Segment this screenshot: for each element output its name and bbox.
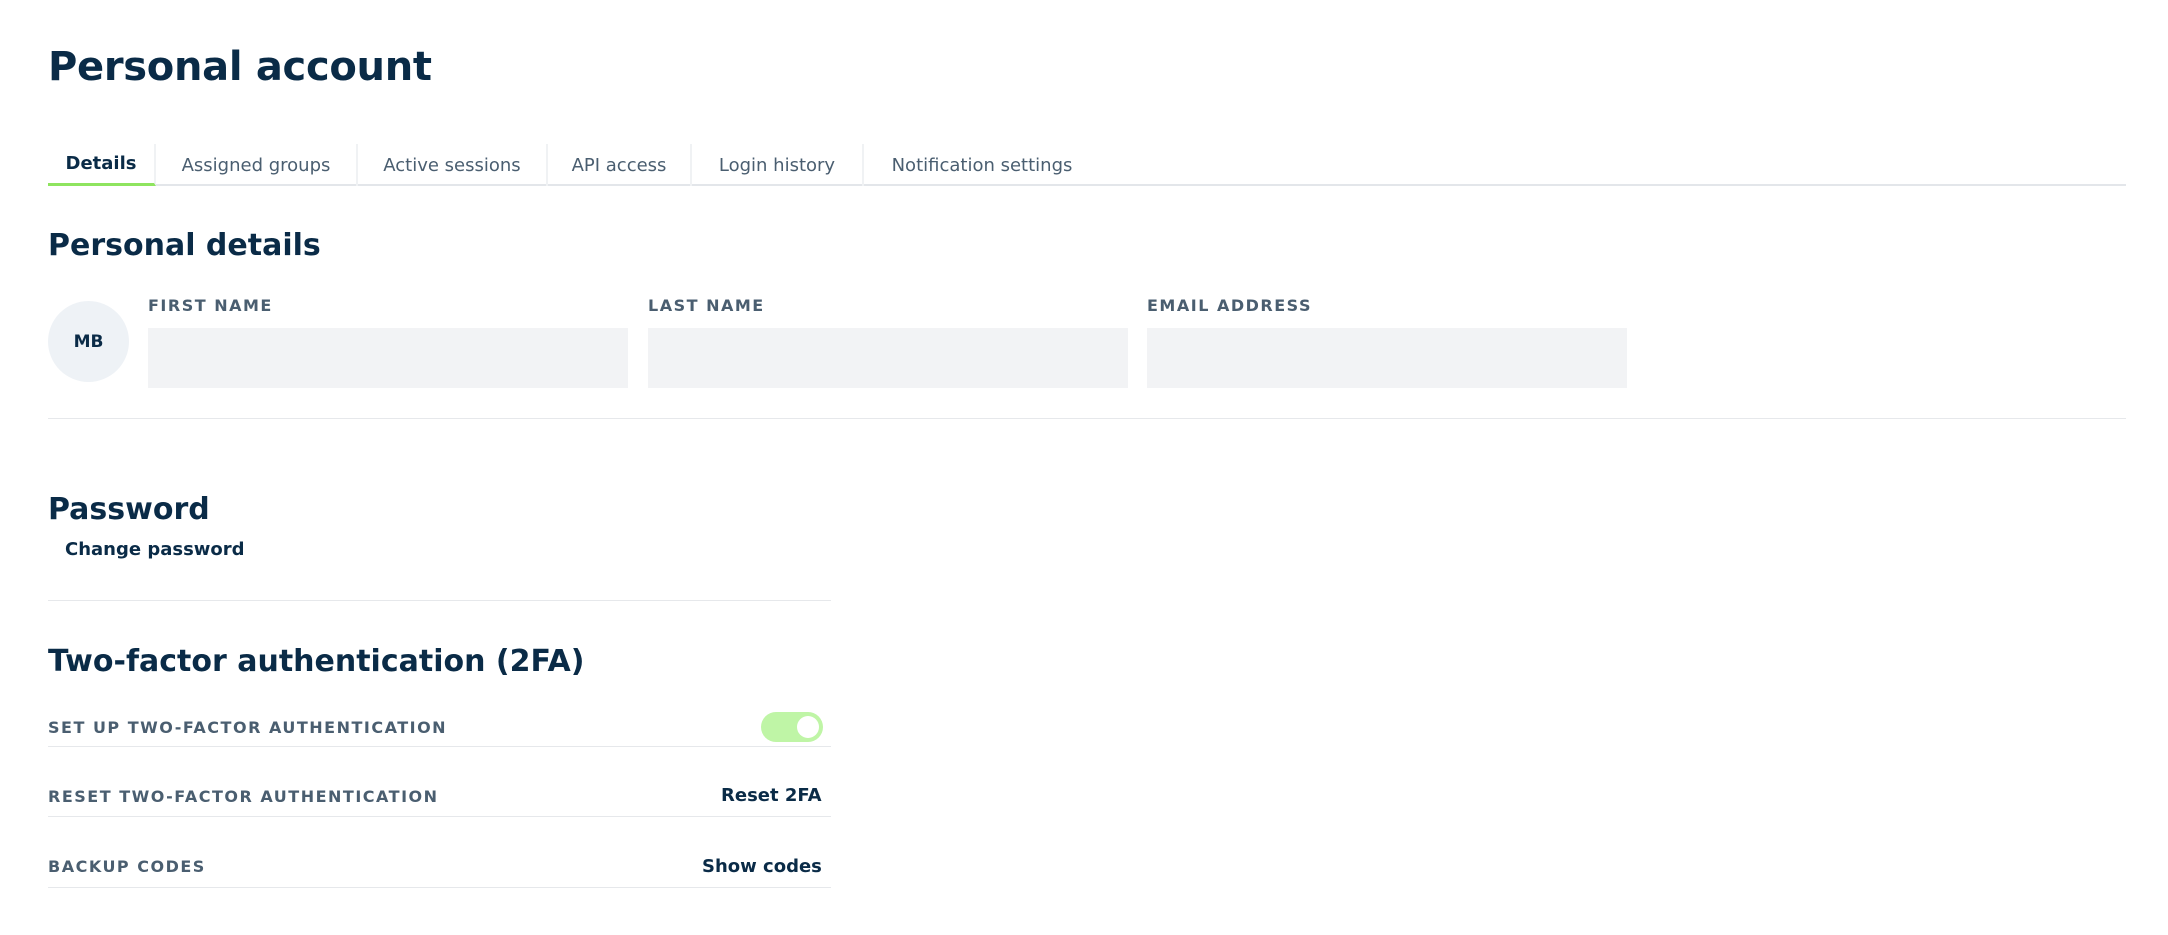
tab-bar: Details Assigned groups Active sessions … [48, 144, 2126, 186]
email-input[interactable] [1147, 328, 1627, 388]
tab-details[interactable]: Details [48, 144, 156, 186]
avatar: MB [48, 301, 129, 382]
last-name-input[interactable] [648, 328, 1128, 388]
personal-details-title: Personal details [48, 228, 321, 263]
tab-login-history[interactable]: Login history [692, 144, 864, 186]
setup-2fa-label: SET UP TWO-FACTOR AUTHENTICATION [48, 718, 448, 737]
tab-notification-settings[interactable]: Notification settings [864, 144, 1100, 186]
last-name-label: LAST NAME [648, 296, 765, 315]
first-name-label: FIRST NAME [148, 296, 273, 315]
tab-assigned-groups[interactable]: Assigned groups [156, 144, 358, 186]
page-title: Personal account [48, 44, 432, 90]
backup-codes-label: BACKUP CODES [48, 857, 206, 876]
divider [48, 600, 831, 601]
tab-label: Assigned groups [181, 154, 331, 176]
tab-active-sessions[interactable]: Active sessions [358, 144, 548, 186]
avatar-initials: MB [73, 331, 104, 352]
personal-account-page: Personal account Details Assigned groups… [0, 0, 2168, 935]
setup-2fa-toggle[interactable] [761, 712, 823, 742]
tab-label: Login history [718, 154, 836, 176]
first-name-input[interactable] [148, 328, 628, 388]
email-label: EMAIL ADDRESS [1147, 296, 1312, 315]
divider [48, 887, 831, 888]
tab-label: Active sessions [383, 154, 521, 176]
reset-2fa-label: RESET TWO-FACTOR AUTHENTICATION [48, 787, 439, 806]
tab-label: API access [571, 154, 667, 176]
password-title: Password [48, 492, 210, 527]
tab-label: Notification settings [891, 154, 1073, 176]
change-password-button[interactable]: Change password [65, 539, 245, 560]
toggle-knob [797, 716, 819, 738]
show-codes-button[interactable]: Show codes [702, 856, 822, 877]
divider [48, 816, 831, 817]
reset-2fa-button[interactable]: Reset 2FA [721, 785, 822, 806]
tab-api-access[interactable]: API access [548, 144, 692, 186]
divider [48, 418, 2126, 419]
divider [48, 746, 831, 747]
two-factor-title: Two-factor authentication (2FA) [48, 644, 585, 679]
tab-label: Details [65, 153, 137, 174]
